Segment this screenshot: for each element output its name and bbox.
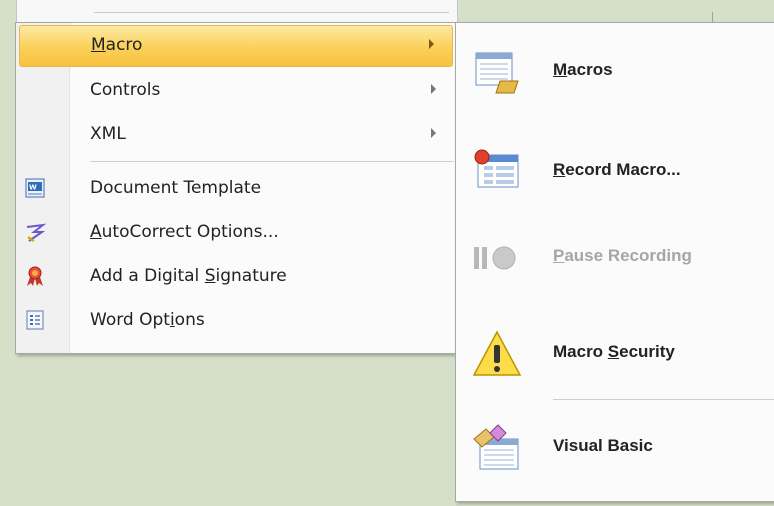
submenu-item-label: Visual Basic — [553, 436, 653, 455]
digital-signature-icon — [24, 265, 46, 287]
menu-item-label: Word Options — [90, 310, 205, 330]
menu-item-label: AutoCorrect Options... — [90, 222, 279, 242]
menu-item-label: Document Template — [90, 178, 262, 198]
submenu-item-record-macro[interactable]: Record Macro... — [456, 127, 774, 217]
submenu-arrow-icon — [431, 84, 436, 94]
pause-recording-icon — [472, 233, 522, 283]
menu-item-xml[interactable]: XML — [18, 113, 454, 157]
macros-icon — [472, 47, 522, 97]
parent-menu-separator — [94, 12, 449, 13]
submenu-item-visual-basic[interactable]: Visual Basic — [456, 403, 774, 493]
submenu-item-macro-security[interactable]: Macro Security — [456, 309, 774, 399]
submenu-item-label: Macros — [553, 60, 613, 79]
menu-item-label: XML — [90, 124, 126, 144]
menu-item-macro[interactable]: Macro — [19, 25, 453, 67]
submenu-item-label: Pause Recording — [553, 246, 692, 265]
background-tick — [712, 12, 713, 22]
word-options-icon — [24, 309, 46, 331]
autocorrect-icon — [24, 221, 47, 243]
macro-submenu: Macros Record Macro... Pause Recording M… — [455, 22, 774, 502]
menu-item-document-template[interactable]: W Document Template — [18, 167, 454, 211]
svg-text:W: W — [29, 184, 37, 192]
menu-item-controls[interactable]: Controls — [18, 69, 454, 113]
submenu-item-pause-recording[interactable]: Pause Recording — [456, 213, 774, 303]
submenu-item-macros[interactable]: Macros — [456, 27, 774, 117]
document-template-icon: W — [24, 177, 46, 199]
warning-icon — [472, 329, 522, 379]
background-strip — [0, 0, 774, 22]
submenu-item-label: Record Macro... — [553, 160, 681, 179]
menu-divider — [90, 161, 454, 162]
menu-item-word-options[interactable]: Word Options — [18, 299, 454, 343]
submenu-item-label: Macro Security — [553, 342, 675, 361]
submenu-arrow-icon — [429, 39, 434, 49]
menu-item-label: Macro — [91, 35, 143, 55]
submenu-divider — [553, 399, 774, 400]
visual-basic-icon — [472, 423, 522, 473]
menu-item-label: Add a Digital Signature — [90, 266, 287, 286]
submenu-arrow-icon — [431, 128, 436, 138]
parent-menu-top — [16, 0, 458, 22]
menu-item-label: Controls — [90, 80, 161, 100]
menu-item-add-digital-signature[interactable]: Add a Digital Signature — [18, 255, 454, 299]
developer-menu: Macro Controls XML W Document Template A… — [15, 22, 457, 354]
record-macro-icon — [472, 147, 522, 197]
menu-item-autocorrect-options[interactable]: AutoCorrect Options... — [18, 211, 454, 255]
